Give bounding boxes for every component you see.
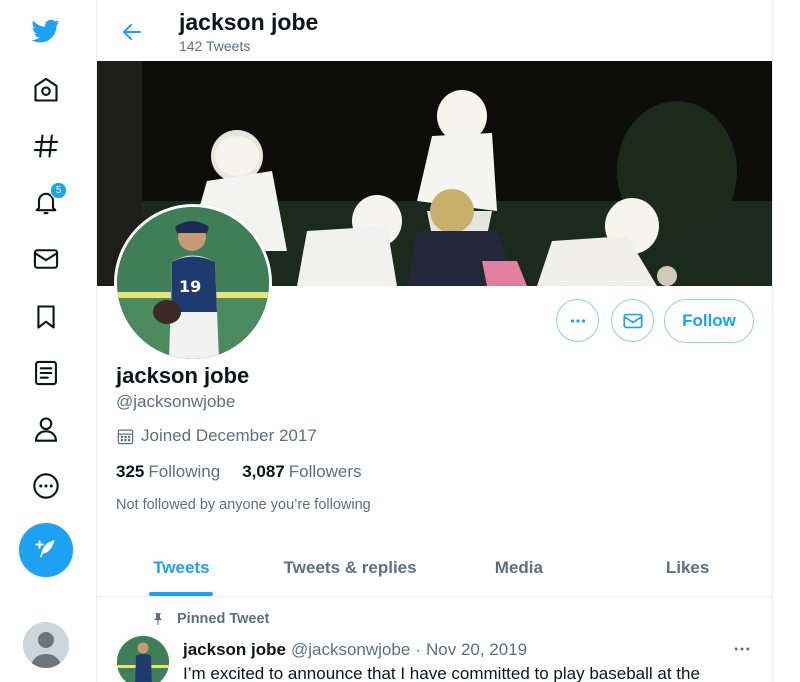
profile-tabs: Tweets Tweets & replies Media Likes xyxy=(97,540,772,597)
twitter-logo-icon[interactable] xyxy=(23,8,69,54)
followers-count: 3,087 xyxy=(242,462,285,481)
message-button[interactable] xyxy=(611,299,654,342)
left-navigation: 5 xyxy=(0,0,96,682)
follow-button[interactable]: Follow xyxy=(664,299,754,343)
profile-icon[interactable] xyxy=(23,406,69,452)
tweet-author-avatar[interactable] xyxy=(117,636,169,682)
profile-avatar[interactable]: 19 xyxy=(114,204,272,362)
tweet-more-button[interactable] xyxy=(724,636,760,662)
tweet-author-name[interactable]: jackson jobe xyxy=(183,640,286,660)
profile-column: jackson jobe 142 Tweets 19 Follow jackso… xyxy=(96,0,773,682)
more-dots-icon xyxy=(570,318,585,323)
profile-handle: @jacksonwjobe xyxy=(116,392,236,411)
header-title: jackson jobe xyxy=(179,9,319,35)
more-icon[interactable] xyxy=(23,463,69,509)
back-arrow-icon xyxy=(123,24,141,40)
tab-media[interactable]: Media xyxy=(435,540,604,596)
tweet-author-handle[interactable]: @jacksonwjobe xyxy=(291,640,410,660)
following-link[interactable]: 325 Following xyxy=(116,462,220,482)
home-icon[interactable] xyxy=(23,67,69,113)
tab-tweets-replies[interactable]: Tweets & replies xyxy=(266,540,435,596)
pinned-label-text: Pinned Tweet xyxy=(177,611,270,627)
following-label: Following xyxy=(148,462,221,481)
joined-text: Joined December 2017 xyxy=(141,426,317,445)
tweet-header: jackson jobe @jacksonwjobe · Nov 20, 201… xyxy=(183,640,527,660)
tab-likes[interactable]: Likes xyxy=(603,540,772,596)
account-avatar[interactable] xyxy=(23,622,69,668)
profile-header-bar: jackson jobe 142 Tweets xyxy=(97,0,772,61)
profile-name: jackson jobe xyxy=(116,363,250,388)
followers-link[interactable]: 3,087 Followers xyxy=(242,462,361,482)
following-count: 325 xyxy=(116,462,145,481)
header-tweet-count: 142 Tweets xyxy=(179,38,251,54)
tweet-date[interactable]: Nov 20, 2019 xyxy=(426,640,527,660)
explore-hash-icon[interactable] xyxy=(23,123,69,169)
compose-tweet-button[interactable] xyxy=(19,523,73,577)
messages-mail-icon[interactable] xyxy=(23,236,69,282)
pin-icon xyxy=(153,613,163,625)
joined-date: Joined December 2017 xyxy=(116,426,317,446)
tweet-separator: · xyxy=(415,640,421,659)
svg-text:19: 19 xyxy=(179,277,201,296)
pinned-tweet-label: Pinned Tweet xyxy=(151,611,269,627)
more-dots-icon xyxy=(734,647,750,651)
lists-icon[interactable] xyxy=(23,350,69,396)
more-options-button[interactable] xyxy=(556,299,599,342)
not-followed-note: Not followed by anyone you’re following xyxy=(116,497,371,513)
back-button[interactable] xyxy=(115,15,149,49)
follow-stats: 325 Following 3,087 Followers xyxy=(116,462,361,482)
mail-icon xyxy=(622,313,643,328)
followers-label: Followers xyxy=(288,462,362,481)
compose-tweet-icon xyxy=(35,540,55,558)
bookmark-icon[interactable] xyxy=(23,294,69,340)
tab-tweets[interactable]: Tweets xyxy=(97,540,266,596)
tweet-text: I’m excited to announce that I have comm… xyxy=(183,664,700,682)
calendar-icon xyxy=(117,429,134,444)
notification-badge: 5 xyxy=(50,182,67,199)
notifications-bell-icon[interactable]: 5 xyxy=(23,179,69,225)
